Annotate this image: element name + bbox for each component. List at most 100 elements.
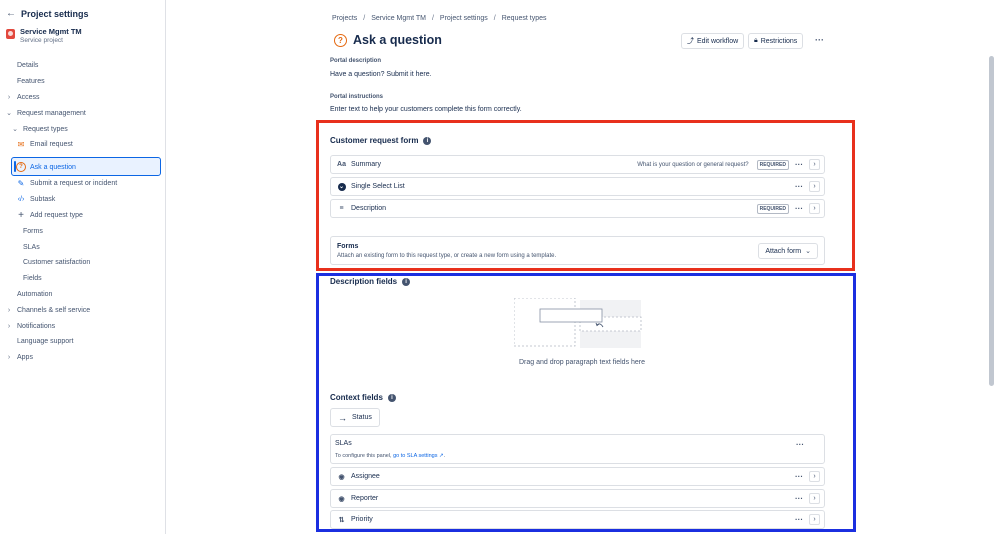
field-label: Single Select List <box>351 183 405 190</box>
drag-drop-illustration <box>514 298 642 348</box>
chevron-right-icon[interactable]: › <box>809 181 820 192</box>
portal-description-value[interactable]: Have a question? Submit it here. <box>330 71 432 78</box>
project-logo-icon <box>6 29 15 39</box>
sidebar-item-subtask[interactable]: ‹/› Subtask <box>16 192 56 206</box>
sidebar-item-ask-a-question[interactable]: ? Ask a question <box>16 160 76 174</box>
breadcrumb-projects[interactable]: Projects <box>332 15 357 22</box>
back-to-project-settings[interactable]: ← Project settings <box>6 8 89 19</box>
forms-panel: Forms Attach an existing form to this re… <box>330 236 825 265</box>
info-icon[interactable]: i <box>387 393 396 402</box>
sidebar-item-language-support[interactable]: Language support <box>17 334 73 348</box>
sidebar-item-apps[interactable]: › Apps <box>5 350 33 364</box>
edit-form-icon: ✎ <box>17 178 25 188</box>
arrow-left-icon: ← <box>6 8 16 19</box>
chevron-right-icon: › <box>7 322 11 330</box>
field-row-single-select[interactable]: ⌄ Single Select List ··· › <box>330 177 825 196</box>
question-icon: ? <box>16 162 26 172</box>
portal-instructions-label: Portal instructions <box>330 94 384 100</box>
field-row-summary[interactable]: Aa Summary What is your question or gene… <box>330 155 825 174</box>
info-icon[interactable]: i <box>423 136 432 145</box>
field-row-priority[interactable]: ⇅ Priority ··· › <box>330 510 825 529</box>
slas-title: SLAs <box>335 440 352 447</box>
sidebar-item-fields[interactable]: Fields <box>23 271 42 285</box>
sidebar-item-email-request[interactable]: ✉ Email request <box>16 137 73 151</box>
slas-description: To configure this panel, go to SLA setti… <box>335 453 446 459</box>
sidebar-item-notifications[interactable]: › Notifications <box>5 319 55 333</box>
user-icon: ◉ <box>338 473 345 481</box>
sidebar: ← Project settings Service Mgmt TM Servi… <box>0 0 166 534</box>
plus-icon: + <box>18 209 24 221</box>
chevron-down-icon: ⌄ <box>805 248 811 255</box>
breadcrumb-request-types[interactable]: Request types <box>502 15 547 22</box>
drop-zone-hint[interactable]: Drag and drop paragraph text fields here <box>166 359 998 366</box>
project-header[interactable]: Service Mgmt TM Service project <box>6 27 82 44</box>
project-name: Service Mgmt TM <box>20 27 82 36</box>
sidebar-item-details[interactable]: Details <box>17 58 38 72</box>
question-icon[interactable]: ? <box>334 33 347 47</box>
restrictions-button[interactable]: 🔒︎ Restrictions <box>748 33 804 49</box>
status-field[interactable]: → Status <box>330 408 380 427</box>
chevron-right-icon[interactable]: › <box>809 514 820 525</box>
sidebar-item-automation[interactable]: Automation <box>17 287 52 301</box>
sidebar-item-slas[interactable]: SLAs <box>23 240 40 254</box>
arrow-right-icon: → <box>338 412 347 423</box>
sidebar-item-add-request-type[interactable]: + Add request type <box>16 208 83 222</box>
paragraph-icon: ≡ <box>339 205 344 212</box>
sidebar-item-customer-satisfaction[interactable]: Customer satisfaction <box>23 255 90 269</box>
more-actions-icon[interactable]: ··· <box>815 35 824 45</box>
breadcrumb-project-settings[interactable]: Project settings <box>440 15 488 22</box>
chevron-right-icon: › <box>7 353 11 361</box>
sidebar-item-channels[interactable]: › Channels & self service <box>5 303 90 317</box>
field-row-reporter[interactable]: ◉ Reporter ··· › <box>330 489 825 508</box>
required-badge: REQUIRED <box>756 203 789 214</box>
page-title-row: ? Ask a question <box>334 33 442 47</box>
sidebar-title: Project settings <box>21 8 89 19</box>
breadcrumb: Projects / Service Mgmt TM / Project set… <box>332 15 547 22</box>
field-row-assignee[interactable]: ◉ Assignee ··· › <box>330 467 825 486</box>
attach-form-button[interactable]: Attach form ⌄ <box>758 243 818 259</box>
description-fields-title: Description fields i <box>330 277 411 286</box>
chevron-right-icon: › <box>7 306 11 314</box>
edit-workflow-button[interactable]: ⤴ Edit workflow <box>681 33 745 49</box>
more-icon[interactable]: ··· <box>795 472 803 481</box>
more-icon[interactable]: ··· <box>795 182 803 191</box>
lock-icon: 🔒︎ <box>754 37 758 44</box>
sidebar-item-request-types[interactable]: ⌄ Request types <box>11 122 68 136</box>
page-title[interactable]: Ask a question <box>353 33 442 47</box>
field-label: Description <box>351 205 387 212</box>
chevron-right-icon[interactable]: › <box>809 203 820 214</box>
forms-description: Attach an existing form to this request … <box>337 253 557 259</box>
priority-icon: ⇅ <box>338 516 345 524</box>
code-icon: ‹/› <box>17 195 25 203</box>
more-icon[interactable]: ··· <box>795 204 803 213</box>
project-type: Service project <box>20 37 63 44</box>
field-row-description[interactable]: ≡ Description REQUIRED ··· › <box>330 199 825 218</box>
chevron-down-icon: ⌄ <box>6 110 12 117</box>
more-icon[interactable]: ··· <box>795 160 803 169</box>
sla-settings-link[interactable]: go to SLA settings ↗ <box>393 453 443 459</box>
info-icon[interactable]: i <box>402 277 411 286</box>
more-icon[interactable]: ··· <box>795 515 803 524</box>
sidebar-item-access[interactable]: › Access <box>5 90 40 104</box>
slas-panel: SLAs To configure this panel, go to SLA … <box>330 434 825 464</box>
breadcrumb-project[interactable]: Service Mgmt TM <box>371 15 426 22</box>
workflow-icon: ⤴ <box>687 38 694 45</box>
chevron-down-icon: ⌄ <box>12 126 18 133</box>
portal-instructions-value[interactable]: Enter text to help your customers comple… <box>330 106 522 113</box>
context-fields-title: Context fields i <box>330 393 396 402</box>
sidebar-item-forms[interactable]: Forms <box>23 224 43 238</box>
scrollbar[interactable] <box>989 56 994 386</box>
dropdown-icon: ⌄ <box>337 182 346 191</box>
chevron-right-icon[interactable]: › <box>809 471 820 482</box>
chevron-right-icon[interactable]: › <box>809 493 820 504</box>
sidebar-item-features[interactable]: Features <box>17 74 45 88</box>
field-hint: What is your question or general request… <box>637 161 749 168</box>
sidebar-item-submit-request[interactable]: ✎ Submit a request or incident <box>16 176 118 190</box>
user-icon: ◉ <box>338 495 345 503</box>
chevron-right-icon[interactable]: › <box>809 159 820 170</box>
required-badge: REQUIRED <box>756 159 789 170</box>
more-icon[interactable]: ··· <box>795 494 803 503</box>
text-field-icon: Aa <box>337 161 346 168</box>
sidebar-item-request-management[interactable]: ⌄ Request management <box>5 106 86 120</box>
more-icon[interactable]: ··· <box>796 440 804 449</box>
